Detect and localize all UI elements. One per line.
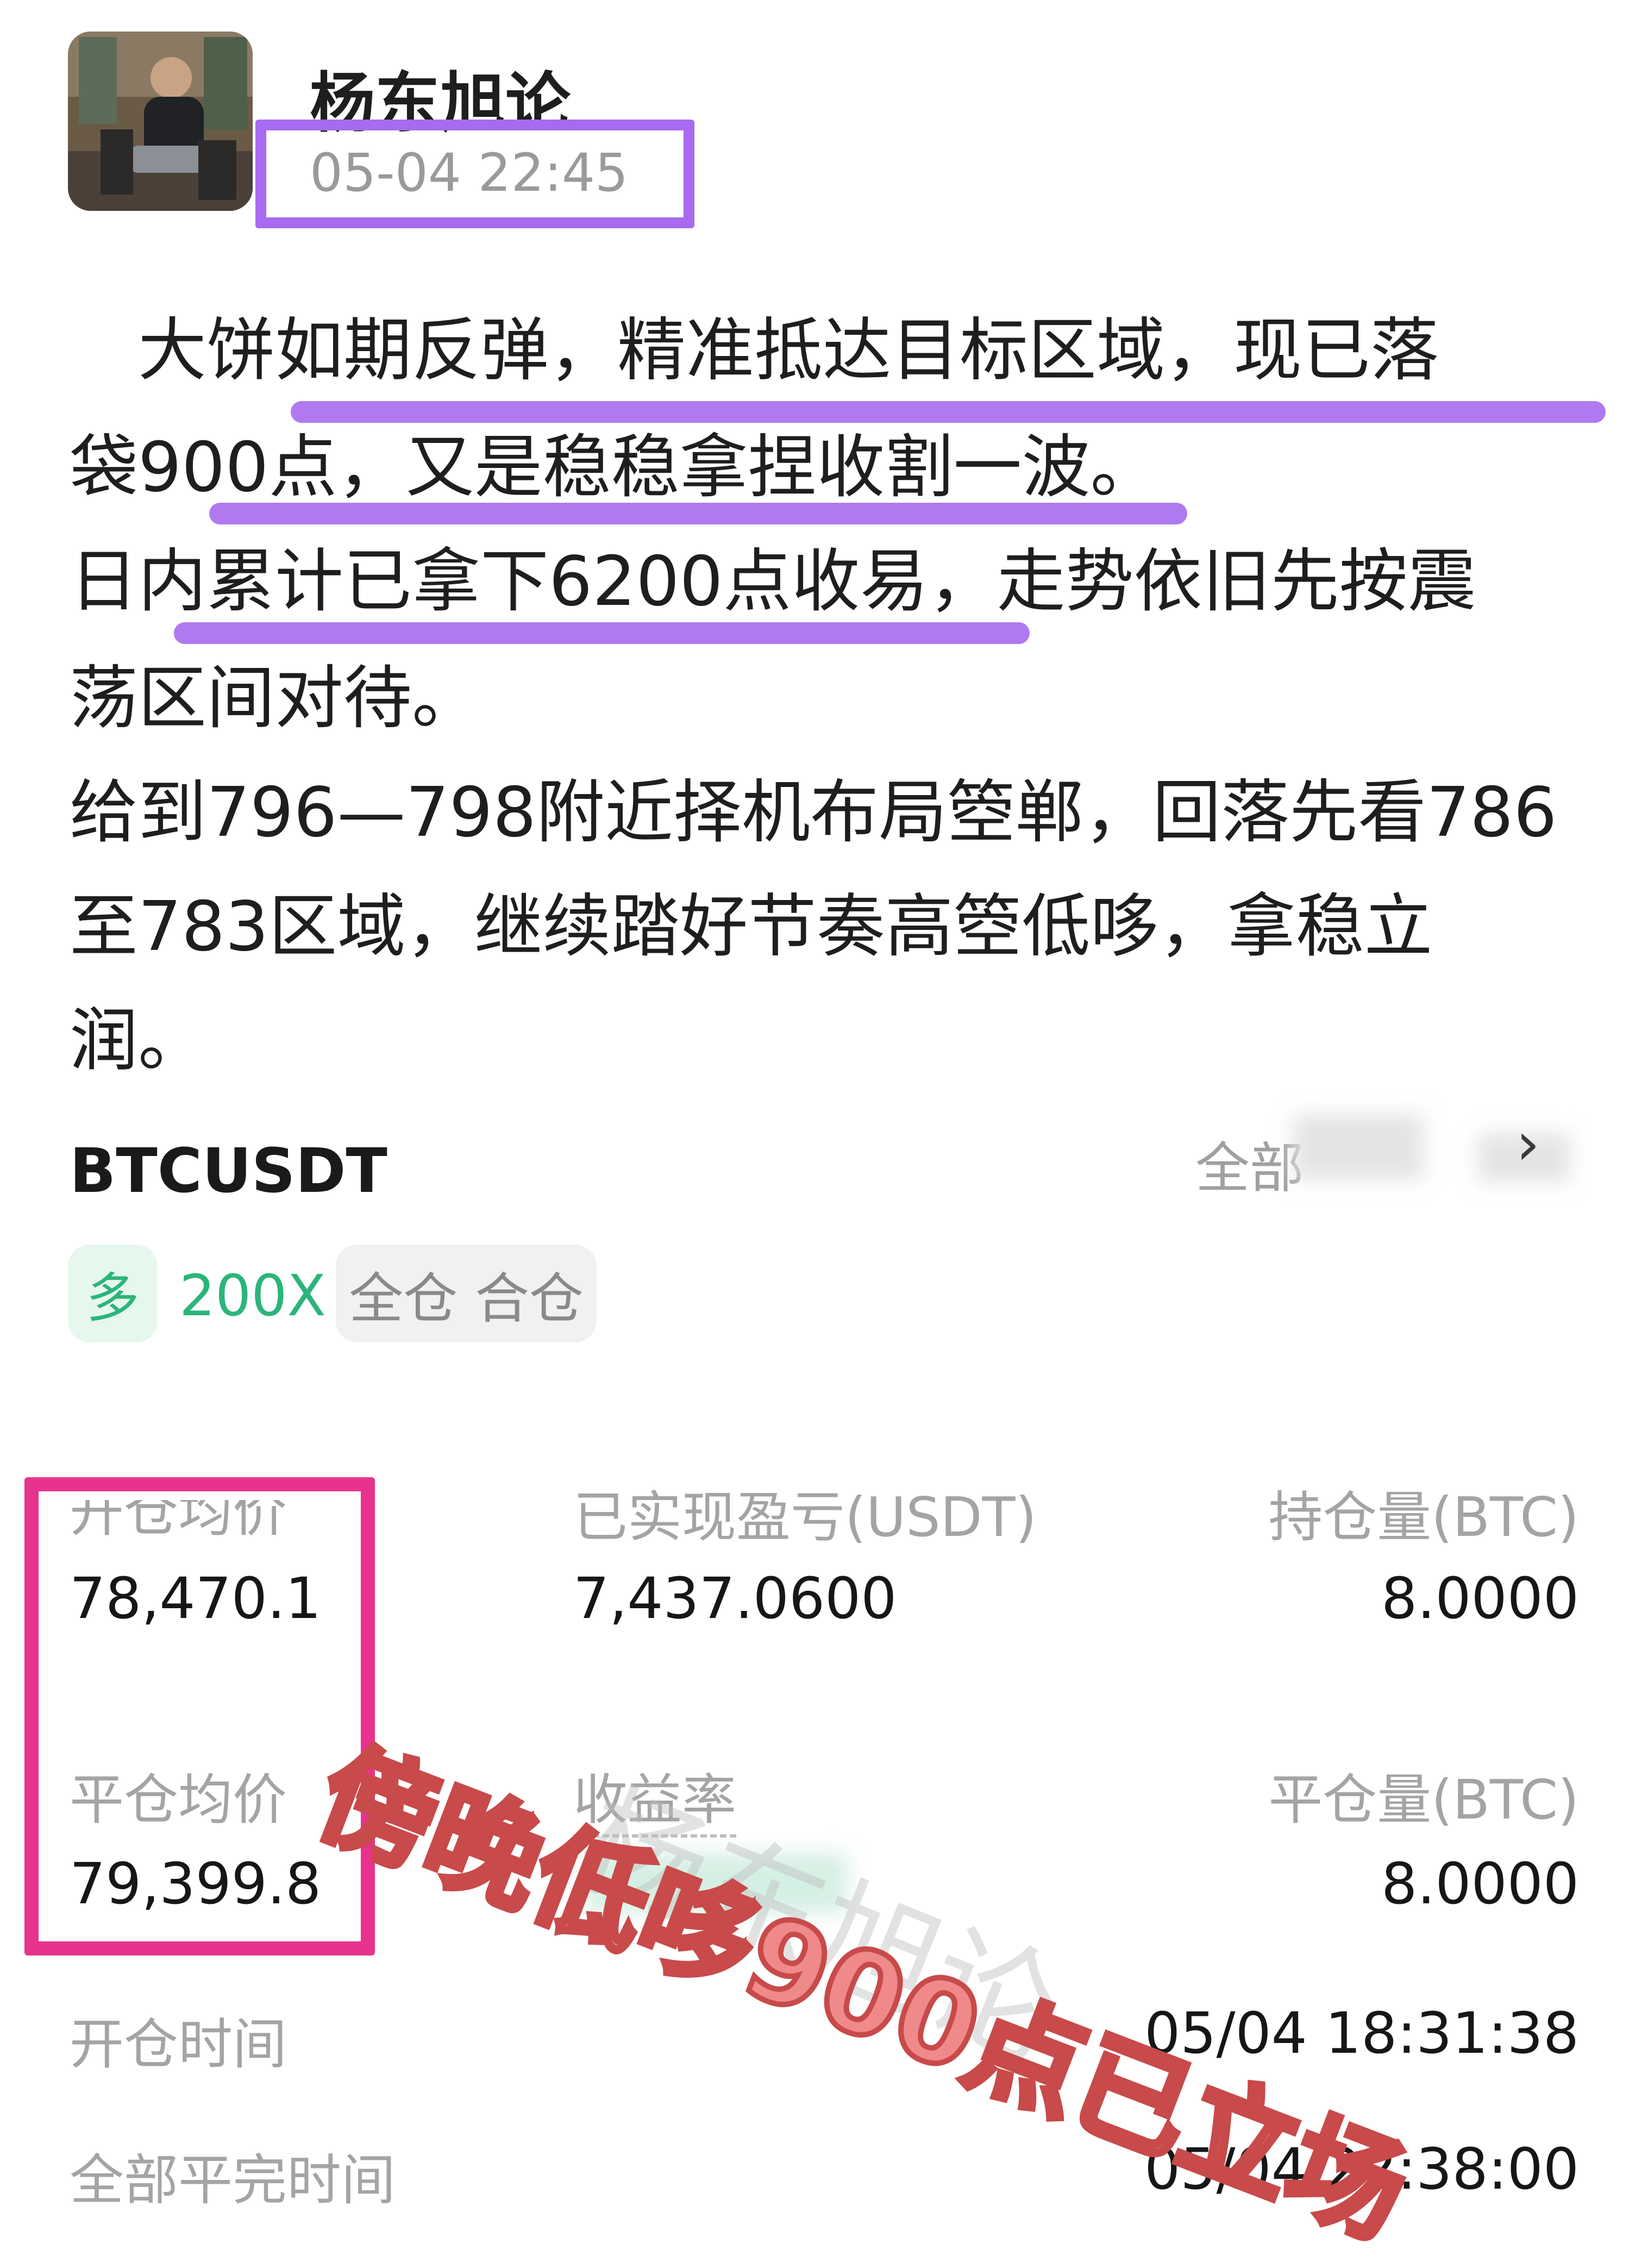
close-time-label: 全部平完时间 <box>70 2148 396 2212</box>
close-size-label: 平仓量(BTC) <box>1268 1768 1579 1832</box>
post-text-line: 日内累计已拿下6200点收易，走势依旧先按震 <box>70 541 1476 621</box>
open-time-label: 开仓时间 <box>70 2013 287 2076</box>
trading-pair-symbol: BTCUSDT <box>70 1136 387 1207</box>
post-text-line: 荡区间对待。 <box>70 658 480 738</box>
overlay-annotation: 傍晚低哆900点已立场 <box>299 1723 1426 2265</box>
chevron-right-icon[interactable]: › <box>1516 1109 1540 1178</box>
price-highlight-box <box>24 1477 375 1955</box>
realized-pnl-label: 已实现盈亏(USDT) <box>573 1485 1037 1549</box>
post-text-line: 至783区域，继续踏好节奏高箜低哆，拿稳立 <box>70 886 1433 966</box>
leverage-label: 200X <box>179 1263 326 1329</box>
highlight-underline <box>291 401 1606 423</box>
long-side-badge: 多 <box>68 1245 158 1342</box>
filter-label[interactable]: 全部 <box>1195 1124 1304 1203</box>
close-size-value: 8.0000 <box>1381 1851 1579 1917</box>
highlight-underline <box>209 503 1187 524</box>
margin-mode-badge: 全仓 合仓 <box>336 1245 597 1342</box>
post-text-line: 大饼如期反弹，精准抵达目标区域，现已落 <box>70 310 1439 390</box>
highlight-underline <box>174 622 1030 644</box>
timestamp-highlight-box <box>255 120 694 228</box>
realized-pnl-value: 7,437.0600 <box>573 1565 897 1632</box>
blurred-region <box>1293 1114 1424 1179</box>
position-size-value: 8.0000 <box>1381 1565 1579 1632</box>
post-text-line: 润。 <box>70 1001 206 1080</box>
post-text-line: 给到796—798附近择机布局箜郸，回落先看786 <box>70 772 1557 852</box>
position-size-label: 持仓量(BTC) <box>1268 1485 1579 1549</box>
post-text-line: 袋900点，又是稳稳拿捏收割一波。 <box>70 427 1159 507</box>
author-avatar[interactable] <box>68 32 253 211</box>
